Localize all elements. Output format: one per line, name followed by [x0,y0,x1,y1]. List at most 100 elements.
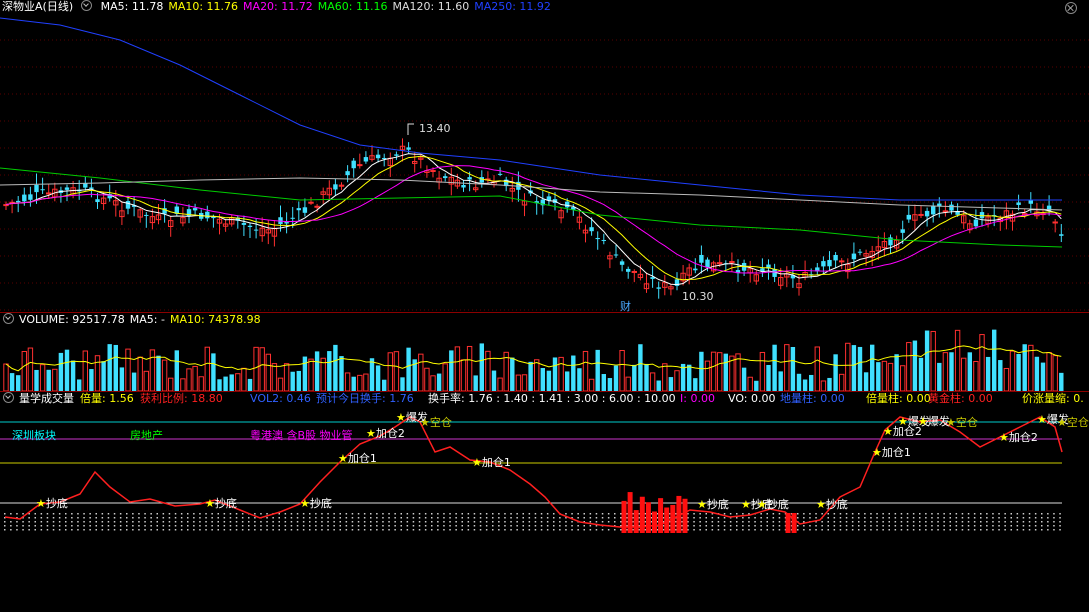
dot-marker [180,513,183,515]
volume-bar [9,373,15,391]
dot-marker [705,529,707,531]
dot-marker [607,513,610,515]
dot-marker [187,525,189,527]
dot-marker [321,513,323,515]
dot-marker [40,513,43,515]
dot-marker [565,525,567,527]
dot-marker [614,521,616,523]
dot-marker [321,529,323,531]
kline-panel[interactable]: 深物业A(日线) MA5: 11.78 MA10: 11.76 MA20: 11.7… [0,0,1089,312]
candle-body [443,176,448,179]
volume-bar [687,364,692,391]
volume-bar [58,352,64,391]
dot-marker [388,513,390,515]
dot-marker [363,521,366,523]
dot-marker [327,529,329,531]
dot-marker [89,517,91,519]
dot-marker [955,525,958,527]
dot-marker [144,525,146,527]
volume-bar [644,363,649,391]
volume-bar [649,372,656,391]
volume-bar [699,351,704,391]
dot-marker [101,525,104,527]
dot-marker [126,513,128,515]
dot-marker [205,525,207,527]
ma-legend-item: MA60: 11.16 [317,0,388,13]
collapse-icon[interactable] [3,313,14,324]
dot-marker [248,525,250,527]
dot-marker [46,525,49,527]
dot-marker [241,521,244,523]
dot-marker [370,521,372,523]
dot-marker [58,517,61,519]
dot-marker [473,521,476,523]
dot-marker [851,517,854,519]
dot-marker [40,525,43,527]
dot-marker [241,513,244,515]
candle-body [375,154,381,159]
volume-bar [510,357,515,391]
dot-marker [132,521,134,523]
candle-body [357,164,363,167]
histogram-bar [664,507,670,533]
dot-marker [583,513,585,515]
dot-marker [431,525,433,527]
dot-marker [894,513,897,515]
low-price-label: 10.30 [682,290,714,303]
dot-marker [967,525,970,527]
dot-marker [955,529,958,531]
dot-marker [1047,517,1049,519]
dot-marker [607,517,610,519]
dot-marker [967,513,970,515]
dot-marker [693,525,695,527]
dot-marker [729,529,732,531]
dot-marker [22,513,24,515]
volume-bar [845,342,851,391]
dot-marker [28,525,30,527]
dot-marker [119,517,122,519]
histogram-bar [791,513,797,533]
volume-bar [3,363,9,391]
dot-marker [357,517,360,519]
volume-bar [137,356,143,391]
close-icon[interactable] [1065,2,1077,14]
dot-marker [168,513,171,515]
signal-text: 抄底 [214,497,237,510]
dot-marker [217,513,219,515]
finance-badge[interactable]: 财 [620,298,631,312]
volume-bar [528,361,533,391]
dot-marker [809,525,811,527]
collapse-icon[interactable] [3,392,14,403]
indicator-panel[interactable]: 量学成交量 倍量: 1.56 获利比例: 18.80 VOL2: 0.46 预计今日换… [0,392,1089,612]
volume-bar [149,349,156,391]
dot-marker [839,513,842,515]
dot-marker [449,521,451,523]
dot-marker [961,513,964,515]
dot-marker [77,517,79,519]
volume-bar [302,356,308,391]
dot-marker [1059,529,1061,531]
volume-bar [747,376,753,391]
candle-body [851,253,857,260]
candle-body [125,201,131,209]
volume-bar [809,374,814,391]
dot-marker [235,517,238,519]
dot-marker [620,513,622,515]
dot-marker [467,525,470,527]
signal-label: ★抄底 [697,496,729,512]
dot-marker [10,525,12,527]
collapse-icon[interactable] [81,0,93,11]
dot-marker [339,529,341,531]
dot-marker [235,529,238,531]
dot-marker [187,513,189,515]
volume-panel[interactable]: VOLUME: 92517.78 MA5: - MA10: 74378.98 [0,313,1089,391]
dot-marker [327,525,329,527]
dot-marker [138,513,140,515]
candle-body [34,184,39,193]
volume-bar [906,342,912,391]
kline-chart[interactable] [0,0,1089,312]
dot-marker [595,517,598,519]
dot-marker [498,525,500,527]
dot-marker [58,513,61,515]
dot-marker [894,517,897,519]
